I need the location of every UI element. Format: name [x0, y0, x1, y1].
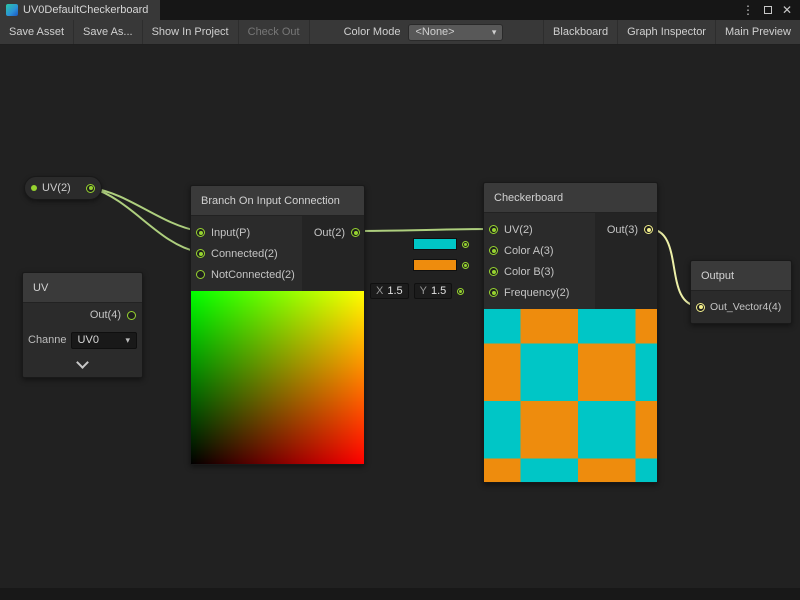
- color-mode-label: Color Mode: [336, 26, 409, 38]
- uv-channel-dropdown[interactable]: UV0 ▾: [71, 332, 137, 349]
- toolbar: Save Asset Save As... Show In Project Ch…: [0, 20, 800, 45]
- uv-pill-bullet-icon: [31, 185, 37, 191]
- checkerboard-colorb-port[interactable]: [489, 267, 498, 276]
- uv-channel-label: Channe: [28, 334, 67, 346]
- checkerboard-input-column: UV(2) Color A(3) Color B(3) Frequency(2): [484, 213, 595, 309]
- window-controls: ⋮ ✕: [742, 0, 800, 20]
- checkerboard-output-label: Out(3): [607, 224, 638, 236]
- checkerboard-output-port[interactable]: [644, 225, 653, 234]
- color-a-field: [413, 238, 469, 250]
- node-output[interactable]: Output Out_Vector4(4): [690, 260, 792, 324]
- uv-node-collapse-button[interactable]: [23, 353, 142, 377]
- frequency-x-input[interactable]: X 1.5: [370, 283, 409, 299]
- branch-input-row: Input(P): [191, 222, 302, 243]
- color-b-swatch[interactable]: [413, 259, 457, 271]
- output-vector4-port[interactable]: [696, 303, 705, 312]
- node-checkerboard[interactable]: Checkerboard UV(2) Color A(3) Color B(3): [483, 182, 658, 483]
- checkerboard-uv-row: UV(2): [484, 219, 595, 240]
- branch-input-port[interactable]: [196, 228, 205, 237]
- checkerboard-frequency-port[interactable]: [489, 288, 498, 297]
- tab-title: UV0DefaultCheckerboard: [23, 4, 148, 16]
- output-node-header[interactable]: Output: [691, 261, 791, 291]
- frequency-y-value: 1.5: [431, 285, 446, 297]
- tab-uv0defaultcheckerboard[interactable]: UV0DefaultCheckerboard: [0, 0, 160, 20]
- check-out-button[interactable]: Check Out: [239, 20, 310, 44]
- shader-graph-window: UV0DefaultCheckerboard ⋮ ✕ Save Asset Sa…: [0, 0, 800, 600]
- checkerboard-uv-port[interactable]: [489, 225, 498, 234]
- uv-node-output-port[interactable]: [127, 311, 136, 320]
- checkerboard-frequency-row: Frequency(2): [484, 282, 595, 303]
- checkerboard-frequency-label: Frequency(2): [504, 287, 569, 299]
- uv-node-output-label: Out(4): [90, 309, 121, 321]
- color-mode-value: <None>: [415, 26, 454, 38]
- caret-down-icon: ▾: [125, 335, 130, 346]
- branch-input-label: Input(P): [211, 227, 250, 239]
- checkerboard-colora-port[interactable]: [489, 246, 498, 255]
- frequency-connector-port: [457, 288, 464, 295]
- frequency-y-input[interactable]: Y 1.5: [414, 283, 453, 299]
- checkerboard-node-header[interactable]: Checkerboard: [484, 183, 657, 213]
- uv-node-title: UV: [33, 282, 48, 294]
- uv-node-output-row: Out(4): [23, 303, 142, 327]
- branch-connected-label: Connected(2): [211, 248, 278, 260]
- save-asset-button[interactable]: Save Asset: [0, 20, 74, 44]
- show-in-project-button[interactable]: Show In Project: [143, 20, 239, 44]
- branch-notconnected-row: NotConnected(2): [191, 264, 302, 285]
- uv-pill-label: UV(2): [42, 182, 71, 194]
- shadergraph-icon: [6, 4, 18, 16]
- checkerboard-uv-label: UV(2): [504, 224, 533, 236]
- graph-inspector-button[interactable]: Graph Inspector: [617, 20, 715, 44]
- color-a-swatch[interactable]: [413, 238, 457, 250]
- output-vector4-row: Out_Vector4(4): [691, 296, 791, 318]
- uv-pill-output-port[interactable]: [86, 184, 95, 193]
- checkerboard-node-title: Checkerboard: [494, 192, 563, 204]
- frequency-y-label: Y: [420, 285, 427, 297]
- branch-connected-port[interactable]: [196, 249, 205, 258]
- checkerboard-colorb-label: Color B(3): [504, 266, 554, 278]
- frequency-x-value: 1.5: [387, 285, 402, 297]
- color-a-connector-port: [462, 241, 469, 248]
- checkerboard-colorb-row: Color B(3): [484, 261, 595, 282]
- branch-node-title: Branch On Input Connection: [201, 195, 340, 207]
- branch-connected-row: Connected(2): [191, 243, 302, 264]
- save-as-button[interactable]: Save As...: [74, 20, 143, 44]
- caret-down-icon: ▾: [492, 27, 497, 38]
- color-b-connector-port: [462, 262, 469, 269]
- branch-output-port[interactable]: [351, 228, 360, 237]
- uv-channel-row: Channe UV0 ▾: [23, 327, 142, 353]
- uv-node-header[interactable]: UV: [23, 273, 142, 303]
- checkerboard-colora-row: Color A(3): [484, 240, 595, 261]
- close-icon[interactable]: ✕: [782, 3, 792, 17]
- node-branch-on-input-connection[interactable]: Branch On Input Connection Input(P) Conn…: [190, 185, 365, 465]
- node-uv-pill[interactable]: UV(2): [24, 176, 102, 200]
- branch-notconnected-port[interactable]: [196, 270, 205, 279]
- branch-output-label: Out(2): [314, 227, 345, 239]
- branch-output-row: Out(2): [302, 222, 364, 243]
- branch-node-header[interactable]: Branch On Input Connection: [191, 186, 364, 216]
- branch-node-preview: [191, 291, 364, 464]
- checkerboard-preview: [484, 309, 657, 482]
- output-node-title: Output: [701, 270, 734, 282]
- branch-notconnected-label: NotConnected(2): [211, 269, 295, 281]
- branch-output-column: Out(2): [302, 216, 364, 291]
- blackboard-button[interactable]: Blackboard: [543, 20, 617, 44]
- bottom-edge: [0, 588, 800, 600]
- main-preview-button[interactable]: Main Preview: [715, 20, 800, 44]
- uv-channel-value: UV0: [78, 334, 99, 346]
- output-vector4-label: Out_Vector4(4): [710, 301, 781, 313]
- tab-bar: UV0DefaultCheckerboard ⋮ ✕: [0, 0, 800, 20]
- color-b-field: [413, 259, 469, 271]
- node-uv[interactable]: UV Out(4) Channe UV0 ▾: [22, 272, 143, 378]
- menu-icon[interactable]: ⋮: [742, 3, 754, 17]
- checkerboard-output-column: Out(3): [595, 213, 657, 309]
- maximize-icon[interactable]: [764, 6, 772, 14]
- checkerboard-colora-label: Color A(3): [504, 245, 554, 257]
- frequency-field: X 1.5 Y 1.5: [370, 283, 464, 299]
- branch-input-column: Input(P) Connected(2) NotConnected(2): [191, 216, 302, 291]
- checkerboard-output-row: Out(3): [595, 219, 657, 240]
- frequency-x-label: X: [376, 285, 383, 297]
- chevron-down-icon: [76, 356, 89, 369]
- color-mode-dropdown[interactable]: <None> ▾: [408, 24, 503, 41]
